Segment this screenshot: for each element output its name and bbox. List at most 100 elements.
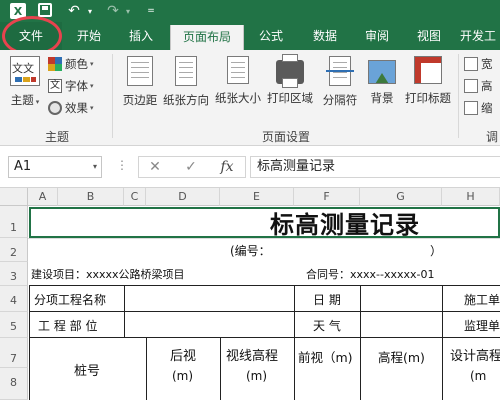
print-area-button[interactable]: 打印区域 xyxy=(266,52,314,122)
row-header-2[interactable]: 2 xyxy=(0,238,28,262)
weather-label: 天 气 xyxy=(313,318,341,333)
tab-home[interactable]: 开始 xyxy=(62,22,116,50)
table-border xyxy=(29,285,500,286)
page-setup-group-label: 页面设置 xyxy=(261,130,310,144)
themes-label: 主题 ▾ xyxy=(10,93,40,107)
column-header-f[interactable]: F xyxy=(294,188,360,206)
ribbon-page-layout: 文文 主题 ▾ 颜色 ▾ 文 字体 ▾ 效果 ▾ 主题 页边距 纸张方向 纸张大小 xyxy=(0,50,500,146)
ribbon-tab-bar: 文件 开始 插入 页面布局 公式 数据 审阅 视图 开发工 xyxy=(0,22,500,50)
customize-qat-icon[interactable]: = xyxy=(146,3,156,19)
height-icon xyxy=(464,79,478,93)
colors-caret-icon: ▾ xyxy=(90,60,94,68)
cancel-icon[interactable]: ✕ xyxy=(140,156,170,178)
scale-icon xyxy=(464,101,478,115)
breaks-button[interactable]: 分隔符 xyxy=(316,52,364,122)
orientation-icon xyxy=(175,56,197,86)
redo-icon[interactable]: ↷ xyxy=(104,3,122,19)
table-border xyxy=(146,337,147,400)
formula-bar-dots-icon: ⋮ xyxy=(116,158,128,172)
ribbon-separator xyxy=(458,54,459,138)
column-header-c[interactable]: C xyxy=(124,188,146,206)
effects-caret-icon: ▾ xyxy=(90,104,94,112)
print-titles-button[interactable]: 打印标题 xyxy=(404,52,452,122)
tab-formulas[interactable]: 公式 xyxy=(248,22,294,50)
row-header-7[interactable]: 7 xyxy=(0,338,28,368)
column-header-e[interactable]: E xyxy=(220,188,294,206)
redo-dropdown-caret-icon[interactable]: ▾ xyxy=(124,3,132,19)
table-border xyxy=(360,285,361,400)
row-header-4[interactable]: 4 xyxy=(0,286,28,312)
formula-input[interactable]: 标高测量记录 xyxy=(250,156,500,178)
number-label-open: (编号： xyxy=(230,243,271,258)
scale-height-control[interactable]: 高 xyxy=(464,76,493,96)
margins-button[interactable]: 页边距 xyxy=(116,52,164,122)
enter-icon[interactable]: ✓ xyxy=(176,156,206,178)
row-header-1[interactable]: 1 xyxy=(0,206,28,238)
table-border xyxy=(220,337,221,400)
effects-icon xyxy=(48,101,62,115)
tab-view[interactable]: 视图 xyxy=(406,22,452,50)
size-button[interactable]: 纸张大小 xyxy=(214,52,262,122)
date-label: 日 期 xyxy=(313,292,341,307)
name-box[interactable]: A1 ▾ xyxy=(8,156,102,178)
selected-cell-a1[interactable] xyxy=(29,207,500,238)
size-icon xyxy=(227,56,249,84)
row-header-3[interactable]: 3 xyxy=(0,262,28,286)
backsight-header: 后视 xyxy=(170,348,197,364)
save-icon[interactable] xyxy=(38,3,52,17)
location-label: 工 程 部 位 xyxy=(38,318,98,333)
elevation-header: 高程(m) xyxy=(378,349,425,365)
themes-caret-icon: ▾ xyxy=(35,98,40,106)
fonts-button[interactable]: 文 字体 ▾ xyxy=(48,76,94,96)
table-border xyxy=(294,285,295,400)
number-label-close: ） xyxy=(430,243,443,258)
backsight-unit: (m) xyxy=(172,369,194,383)
tab-page-layout[interactable]: 页面布局 xyxy=(170,25,244,50)
orientation-button[interactable]: 纸张方向 xyxy=(162,52,210,122)
name-box-caret-icon[interactable]: ▾ xyxy=(93,157,97,177)
width-icon xyxy=(464,57,478,71)
table-border xyxy=(124,285,125,338)
tab-review[interactable]: 审阅 xyxy=(354,22,400,50)
construction-unit-label: 施工单 xyxy=(464,292,500,307)
sight-height-unit: (m) xyxy=(246,369,268,383)
undo-icon[interactable]: ↶ xyxy=(65,3,83,19)
column-header-h[interactable]: H xyxy=(442,188,500,206)
station-header: 桩号 xyxy=(74,363,101,379)
ribbon-separator xyxy=(112,54,113,138)
scale-zoom-control[interactable]: 缩 xyxy=(464,98,493,118)
colors-button[interactable]: 颜色 ▾ xyxy=(48,54,94,74)
themes-button[interactable]: 文文 主题 ▾ xyxy=(4,52,46,122)
margins-icon xyxy=(127,56,153,86)
table-border xyxy=(29,311,500,312)
column-header-d[interactable]: D xyxy=(146,188,220,206)
row-header-8[interactable]: 8 xyxy=(0,368,28,400)
column-header-g[interactable]: G xyxy=(360,188,442,206)
foresight-header: 前视（m) xyxy=(298,349,353,365)
printer-icon xyxy=(276,54,304,88)
scale-group-label: 调 xyxy=(485,130,498,144)
tab-insert[interactable]: 插入 xyxy=(116,22,166,50)
sight-height-header: 视线高程 xyxy=(226,348,279,364)
background-image-icon xyxy=(368,60,396,84)
tab-data[interactable]: 数据 xyxy=(302,22,348,50)
scale-width-control[interactable]: 宽 xyxy=(464,54,493,74)
tab-developer[interactable]: 开发工 xyxy=(456,22,500,50)
worksheet-grid[interactable]: A B C D E F G H 1 2 3 4 5 7 8 标高测量记录 (编号… xyxy=(0,188,500,400)
insert-function-icon[interactable]: fx xyxy=(212,156,242,178)
table-border xyxy=(29,285,30,400)
print-titles-icon xyxy=(414,56,442,84)
row-header-5[interactable]: 5 xyxy=(0,312,28,338)
background-button[interactable]: 背景 xyxy=(358,52,406,122)
effects-button[interactable]: 效果 ▾ xyxy=(48,98,94,118)
select-all-corner[interactable] xyxy=(0,188,28,206)
column-header-b[interactable]: B xyxy=(58,188,124,206)
table-border xyxy=(442,285,443,400)
fonts-caret-icon: ▾ xyxy=(90,82,94,90)
fonts-icon: 文 xyxy=(48,79,62,93)
table-border xyxy=(29,337,500,338)
breaks-icon xyxy=(326,56,354,86)
undo-dropdown-caret-icon[interactable]: ▾ xyxy=(86,3,94,19)
column-header-a[interactable]: A xyxy=(28,188,58,206)
contract-label: 合同号：xxxx--xxxxx-01 xyxy=(306,268,435,281)
